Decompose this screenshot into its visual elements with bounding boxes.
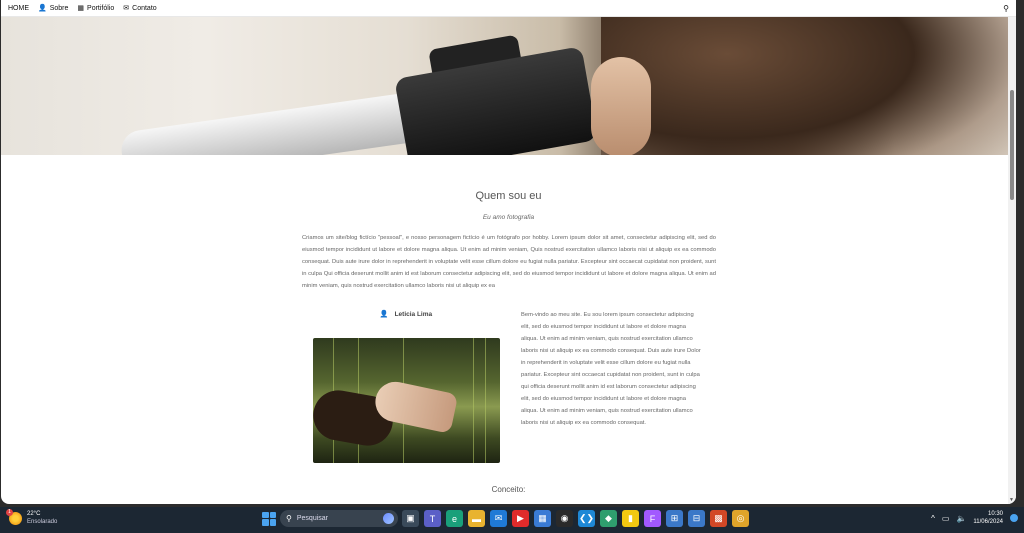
remote-desktop-2-icon[interactable]: ⊟ <box>688 510 705 527</box>
nav-item-home[interactable]: HOME <box>8 5 29 12</box>
store-icon[interactable]: ▦ <box>534 510 551 527</box>
powerbi-icon[interactable]: ▮ <box>622 510 639 527</box>
nav-item-label: Sobre <box>49 4 69 12</box>
app-ring-icon[interactable]: ◉ <box>556 510 573 527</box>
clock[interactable]: 10:30 11/06/2024 <box>973 510 1003 526</box>
task-view-icon[interactable]: ▣ <box>402 510 419 527</box>
taskbar: 1 22°C Ensolarado ⚲ Pesquisar ▣ Te ▬ ✉ ▶ ▦ ◉ ❮❯… <box>0 507 1024 533</box>
user-icon: 👤 <box>379 311 389 318</box>
office-icon[interactable]: ▩ <box>710 510 727 527</box>
weather-widget[interactable]: 1 22°C Ensolarado <box>6 508 57 526</box>
chrome-icon[interactable]: ◎ <box>732 510 749 527</box>
top-navbar: HOME 👤 Sobre ▦ Portifólio ✉ Contato ⚲ <box>1 0 1016 17</box>
chevron-up-icon[interactable]: ^ <box>931 514 935 523</box>
nav-item-label: Contato <box>132 4 157 12</box>
figma-icon[interactable]: F <box>644 510 661 527</box>
concept-title: Conceito: <box>491 485 526 494</box>
web-page: HOME 👤 Sobre ▦ Portifólio ✉ Contato ⚲ Qu… <box>1 0 1016 504</box>
nav-item-label: Portifólio <box>87 4 115 12</box>
remote-desktop-icon[interactable]: ⊞ <box>666 510 683 527</box>
taskbar-apps: ▣ Te ▬ ✉ ▶ ▦ ◉ ❮❯ ◆ ▮ F ⊞ ⊟ ▩ ◎ <box>402 510 749 527</box>
weather-condition: Ensolarado <box>27 519 58 525</box>
weather-temp: 22°C <box>27 511 41 517</box>
scroll-down-icon[interactable]: ▼ <box>1009 497 1014 503</box>
nav-item-portifolio[interactable]: ▦ Portifólio <box>77 4 115 13</box>
envelope-icon: ✉ <box>123 5 130 12</box>
user-icon: 👤 <box>38 5 47 12</box>
windows-start-icon[interactable] <box>262 511 276 526</box>
grass-blade <box>485 338 486 463</box>
grass-blade <box>473 338 474 463</box>
system-tray: ^ ▭ 🔈 10:30 11/06/2024 <box>931 510 1018 526</box>
hero-face-shape <box>591 57 651 155</box>
mail-icon[interactable]: ✉ <box>490 510 507 527</box>
sun-icon: 1 <box>6 508 22 525</box>
author-bio: Bem-vindo ao meu site. Eu sou lorem ipsu… <box>521 312 701 426</box>
clock-date: 11/06/2024 <box>973 519 1003 525</box>
author-photo <box>313 338 500 463</box>
edge-icon[interactable]: e <box>446 510 463 527</box>
about-subtitle: Eu amo fotografia <box>482 214 535 221</box>
hero-image <box>1 17 1016 155</box>
grid-icon: ▦ <box>77 5 85 12</box>
scrollbar-thumb[interactable] <box>1010 90 1014 200</box>
hero-camera-body-shape <box>394 46 598 155</box>
display-icon[interactable]: ▭ <box>942 514 950 523</box>
author-name: Leticia Lima <box>394 310 433 318</box>
weather-text: 22°C Ensolarado <box>27 510 57 526</box>
hero-lens-shape <box>118 91 424 155</box>
taskbar-search-label: Pesquisar <box>296 515 328 522</box>
file-explorer-icon[interactable]: ▬ <box>468 510 485 527</box>
weather-badge: 1 <box>6 508 13 516</box>
copilot-icon[interactable]: ◆ <box>600 510 617 527</box>
clock-time: 10:30 <box>987 511 1003 517</box>
youtube-icon[interactable]: ▶ <box>512 510 529 527</box>
taskbar-search[interactable]: ⚲ Pesquisar <box>280 510 398 527</box>
about-title: Quem sou eu <box>475 190 542 202</box>
volume-icon[interactable]: 🔈 <box>956 514 966 523</box>
nav-item-label: HOME <box>8 4 29 12</box>
about-paragraph: Criamos um site/blog fictício "pessoal",… <box>302 235 716 290</box>
nav-item-contato[interactable]: ✉ Contato <box>123 4 157 13</box>
page-scrollbar[interactable]: ▲ ▼ <box>1008 0 1016 504</box>
vscode-icon[interactable]: ❮❯ <box>578 510 595 527</box>
taskbar-center: ⚲ Pesquisar ▣ Te ▬ ✉ ▶ ▦ ◉ ❮❯ ◆ ▮ F ⊞ ⊟ ▩ ◎ <box>262 510 749 527</box>
search-icon[interactable]: ⚲ <box>1003 4 1009 13</box>
search-highlight-icon <box>383 513 394 524</box>
browser-viewport: HOME 👤 Sobre ▦ Portifólio ✉ Contato ⚲ Qu… <box>0 0 1024 507</box>
hero-hair-shape <box>601 17 1016 155</box>
notification-bell-icon[interactable] <box>1010 514 1018 522</box>
author-heading: 👤 Leticia Lima <box>312 310 500 319</box>
teams-icon[interactable]: T <box>424 510 441 527</box>
nav-item-sobre[interactable]: 👤 Sobre <box>38 4 69 13</box>
search-icon: ⚲ <box>286 514 292 523</box>
